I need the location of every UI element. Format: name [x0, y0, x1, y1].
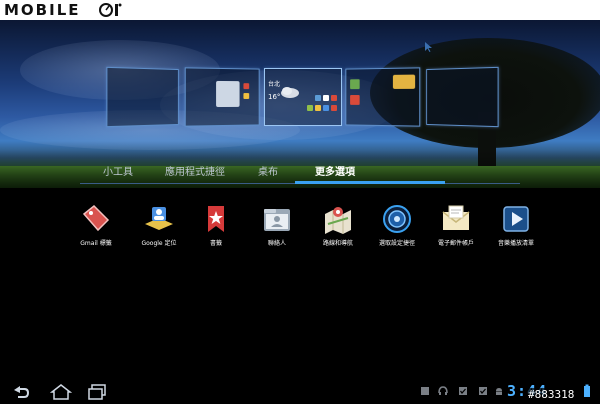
email-account-icon [442, 205, 470, 230]
app-label: 聯絡人 [267, 240, 286, 247]
mini-app-icon [307, 105, 313, 111]
app-email-account[interactable]: 電子郵件帳戶 [425, 204, 487, 247]
mini-app-icon [315, 105, 321, 111]
mini-app-icon [243, 93, 250, 99]
bookmark-icon [208, 206, 224, 232]
maps-directions-icon [325, 207, 351, 234]
usb-icon[interactable] [420, 386, 430, 396]
app-bookmarks[interactable]: 書籤 [185, 204, 247, 247]
music-playlist-icon [503, 206, 529, 232]
headset-icon[interactable] [438, 386, 448, 396]
app-label: 音樂播放清單 [497, 240, 534, 247]
mini-app-icon [315, 95, 321, 101]
home-screen-panel-1[interactable] [106, 66, 179, 128]
mini-app-icon [350, 95, 360, 105]
app-gmail-label[interactable]: Gmail 標籤 [65, 204, 127, 247]
home-screen-panel-4[interactable] [345, 67, 421, 127]
tab-selected-indicator [295, 181, 445, 184]
google-latitude-icon [145, 207, 173, 230]
cloud-icon [281, 87, 299, 98]
mini-app-icon [331, 95, 337, 101]
home-screen-panel-2[interactable] [184, 67, 260, 127]
mini-app-icon [350, 79, 360, 90]
mini-widget [216, 80, 240, 108]
settings-shortcut-icon [383, 205, 411, 233]
image-id-watermark: #883318 [526, 388, 577, 401]
customize-tabs: 小工具 應用程式捷徑 桌布 更多選項 [80, 160, 520, 184]
app-label: 書籤 [209, 240, 222, 247]
app-directions[interactable]: 路線和導航 [307, 204, 369, 247]
app-music-playlist[interactable]: 音樂播放清單 [485, 204, 547, 247]
app-label: Gmail 標籤 [80, 240, 112, 247]
notification-check-icon[interactable] [478, 386, 488, 396]
home-screen-panel-3[interactable]: 台北 16° [264, 68, 342, 126]
mini-widget [392, 74, 416, 89]
watermark-bar: MOBILE [0, 0, 600, 20]
tab-widgets[interactable]: 小工具 [98, 163, 138, 178]
mini-app-icon [323, 95, 329, 101]
home-screen-panel-5[interactable] [426, 66, 499, 128]
tab-app-shortcuts[interactable]: 應用程式捷徑 [160, 163, 230, 178]
contacts-icon [264, 209, 290, 231]
android-icon[interactable] [494, 386, 504, 396]
app-settings-shortcut[interactable]: 選取設定捷徑 [366, 204, 428, 247]
site-logo: MOBILE [4, 1, 81, 19]
gmail-label-icon [82, 204, 110, 232]
tab-wallpaper[interactable]: 桌布 [250, 163, 286, 178]
battery-icon[interactable] [583, 384, 591, 398]
recent-apps-icon[interactable] [86, 384, 108, 400]
app-google-latitude[interactable]: Google 定位 [128, 204, 190, 247]
mini-app-icon [331, 105, 337, 111]
tab-more[interactable]: 更多選項 [305, 163, 365, 178]
cursor-icon [425, 42, 432, 52]
app-label: 電子郵件帳戶 [437, 240, 474, 247]
mini-app-icon [323, 105, 329, 111]
system-bar: 3:44 [0, 380, 600, 404]
app-label: 選取設定捷徑 [378, 240, 415, 247]
back-icon[interactable] [10, 384, 32, 400]
mini-app-icon [243, 83, 250, 90]
app-label: Google 定位 [141, 240, 177, 247]
logo-mark-icon [99, 3, 122, 17]
app-label: 路線和導航 [322, 240, 353, 247]
more-options-grid: Gmail 標籤 Google 定位 書籤 聯絡人 路線和導航 選取設定捷徑 電… [0, 204, 600, 264]
home-icon[interactable] [50, 384, 72, 400]
notification-check-icon[interactable] [458, 386, 468, 396]
app-contacts[interactable]: 聯絡人 [246, 204, 308, 247]
